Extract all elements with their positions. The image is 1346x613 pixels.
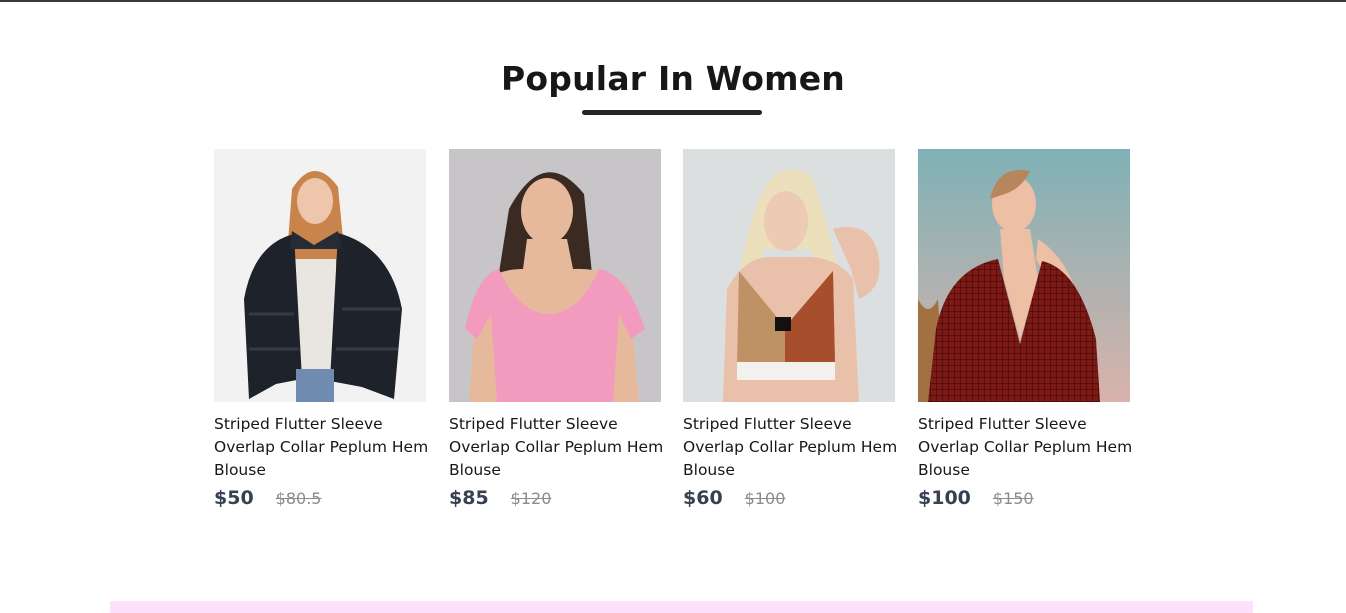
product-photo-woman-red-wrap-top — [918, 149, 1130, 402]
section-title: Popular In Women — [501, 59, 845, 98]
product-photo-woman-crop-top — [683, 149, 895, 402]
old-price: $100 — [744, 489, 786, 508]
top-divider — [0, 0, 1346, 2]
product-name[interactable]: Striped Flutter Sleeve Overlap Collar Pe… — [683, 413, 909, 482]
product-name[interactable]: Striped Flutter Sleeve Overlap Collar Pe… — [449, 413, 675, 482]
title-underline — [582, 110, 762, 115]
product-photo-woman-fur-jacket — [214, 149, 426, 402]
new-price: $60 — [683, 487, 723, 509]
product-prices: $60 $100 — [683, 487, 913, 509]
product-card[interactable]: Striped Flutter Sleeve Overlap Collar Pe… — [918, 149, 1148, 509]
old-price: $80.5 — [275, 489, 322, 508]
product-prices: $85 $120 — [449, 487, 679, 509]
new-price: $100 — [918, 487, 971, 509]
product-name[interactable]: Striped Flutter Sleeve Overlap Collar Pe… — [918, 413, 1144, 482]
old-price: $120 — [510, 489, 552, 508]
product-card[interactable]: Striped Flutter Sleeve Overlap Collar Pe… — [683, 149, 913, 509]
product-image[interactable] — [683, 149, 895, 402]
product-card[interactable]: Striped Flutter Sleeve Overlap Collar Pe… — [214, 149, 444, 509]
newsletter-banner-edge — [110, 601, 1253, 613]
product-prices: $100 $150 — [918, 487, 1148, 509]
old-price: $150 — [992, 489, 1034, 508]
product-image[interactable] — [449, 149, 661, 402]
product-image[interactable] — [214, 149, 426, 402]
product-image[interactable] — [918, 149, 1130, 402]
product-name[interactable]: Striped Flutter Sleeve Overlap Collar Pe… — [214, 413, 440, 482]
product-card[interactable]: Striped Flutter Sleeve Overlap Collar Pe… — [449, 149, 679, 509]
product-prices: $50 $80.5 — [214, 487, 444, 509]
product-photo-woman-pink-top — [449, 149, 661, 402]
new-price: $50 — [214, 487, 254, 509]
new-price: $85 — [449, 487, 489, 509]
